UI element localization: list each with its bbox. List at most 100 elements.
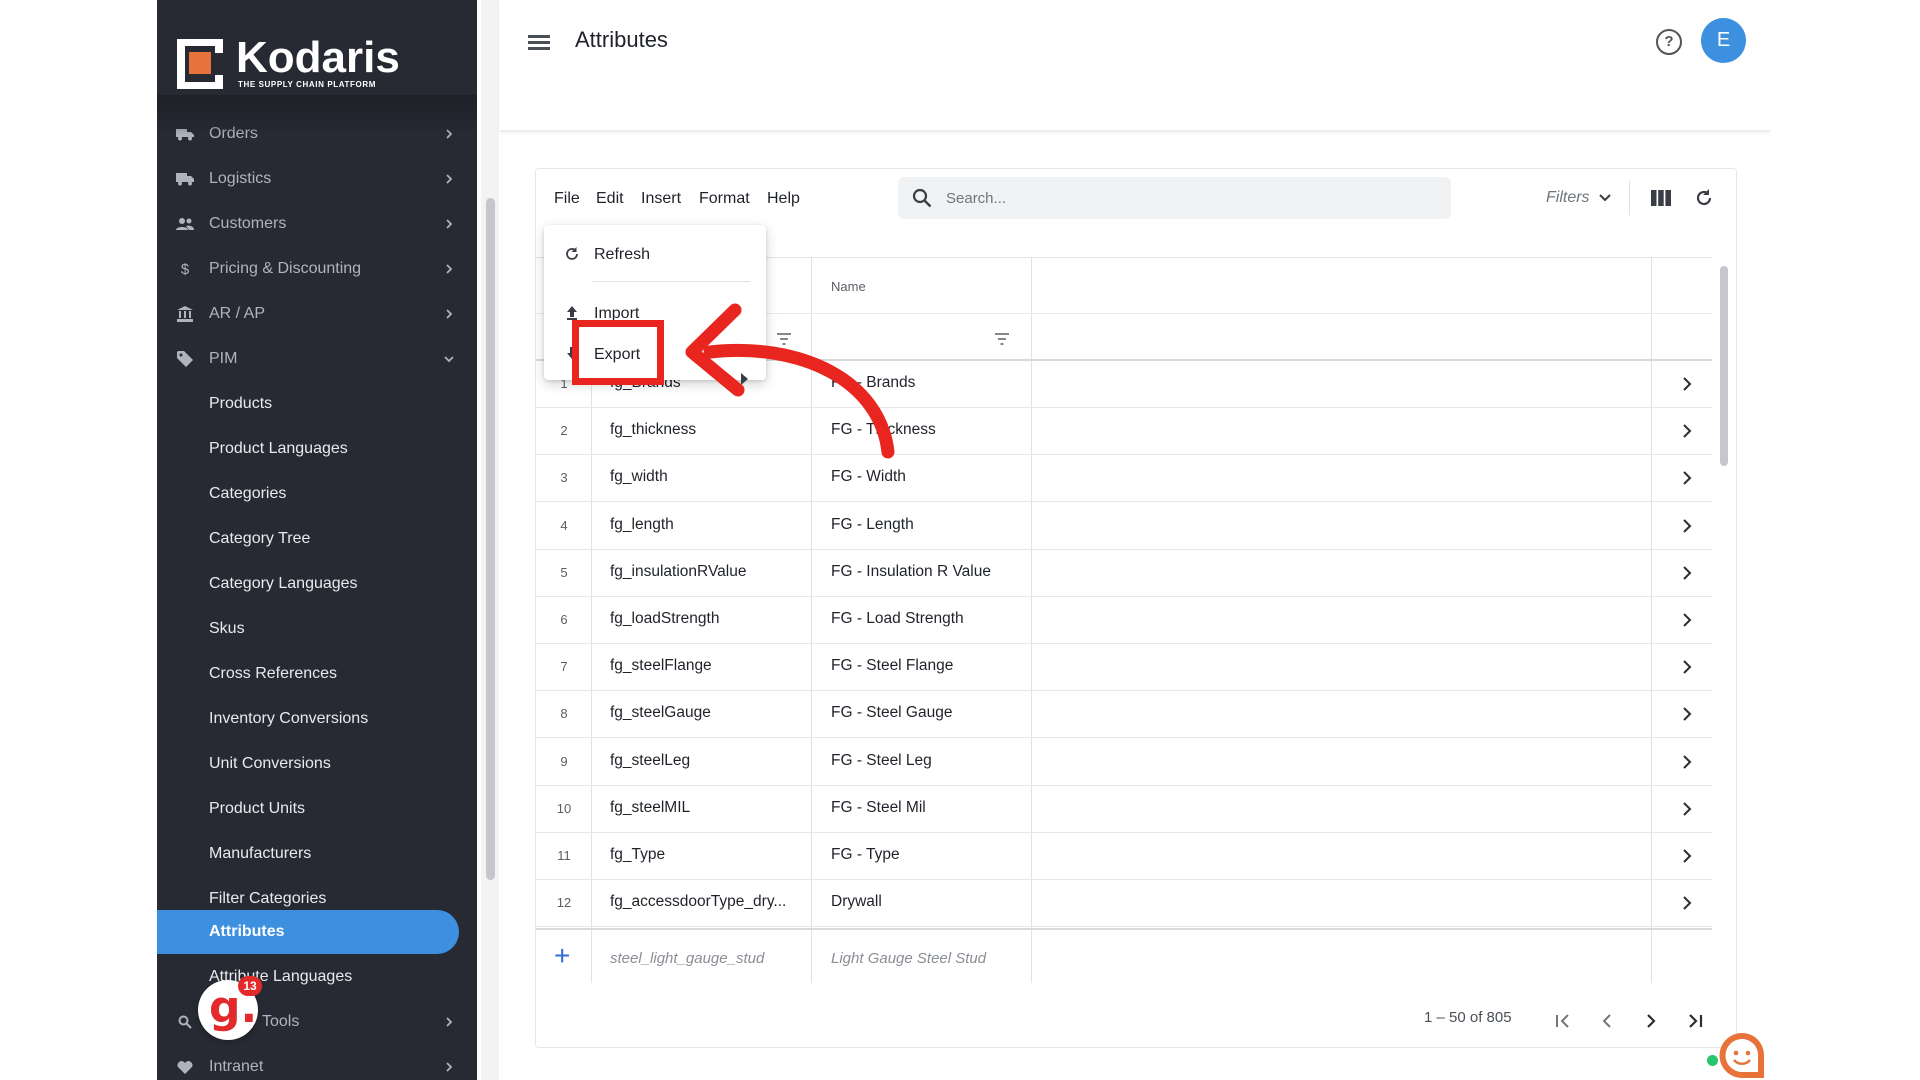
sidebar-item-product-units[interactable]: Product Units xyxy=(157,787,477,831)
table-row[interactable]: 10 fg_steelMIL FG - Steel Mil xyxy=(536,786,1712,833)
attribute-name-cell[interactable]: FG - Length xyxy=(831,516,914,534)
sidebar-item-label: Intranet xyxy=(209,1058,264,1075)
table-row[interactable]: 5 fg_insulationRValue FG - Insulation R Va… xyxy=(536,550,1712,597)
table-row[interactable]: 12 fg_accessdoorType_dry... Drywall xyxy=(536,880,1712,928)
add-row-icon[interactable]: + xyxy=(554,942,570,970)
sidebar-item-category-tree[interactable]: Category Tree xyxy=(157,517,477,561)
attribute-name-cell[interactable]: Drywall xyxy=(831,893,882,911)
attribute-name-cell[interactable]: FG - Steel Leg xyxy=(831,752,932,770)
chevron-right-icon[interactable] xyxy=(1679,612,1695,628)
sidebar-item-intranet[interactable]: Intranet xyxy=(157,1045,477,1080)
sidebar-item-category-languages[interactable]: Category Languages xyxy=(157,562,477,606)
new-row-name-placeholder[interactable]: Light Gauge Steel Stud xyxy=(831,950,986,967)
dollar-icon: $ xyxy=(180,260,190,278)
chevron-right-icon[interactable] xyxy=(1679,895,1695,911)
menu-insert[interactable]: Insert xyxy=(641,190,681,208)
sidebar-item-pricing[interactable]: $ Pricing & Discounting xyxy=(157,247,477,291)
logo[interactable]: Kodaris THE SUPPLY CHAIN PLATFORM xyxy=(177,36,400,89)
chevron-right-icon[interactable] xyxy=(1679,518,1695,534)
kodaris-logo-icon xyxy=(177,38,227,89)
menu-item-refresh[interactable]: Refresh xyxy=(544,233,766,277)
chevron-right-icon[interactable] xyxy=(1679,565,1695,581)
chevron-down-icon[interactable] xyxy=(1598,191,1612,205)
sidebar-item-label: Products xyxy=(209,395,273,412)
sidebar-item-label: Tools xyxy=(262,1013,300,1030)
sidebar-item-label: AR / AP xyxy=(209,305,266,322)
sidebar-item-manufacturers[interactable]: Manufacturers xyxy=(157,832,477,876)
last-page-icon[interactable] xyxy=(1685,1011,1705,1031)
sidebar-item-products[interactable]: Products xyxy=(157,382,477,426)
attribute-code-cell[interactable]: fg_steelGauge xyxy=(610,704,711,722)
sidebar-item-logistics[interactable]: Logistics xyxy=(157,157,477,201)
menu-help[interactable]: Help xyxy=(767,190,800,208)
attribute-name-cell[interactable]: FG - Load Strength xyxy=(831,610,964,628)
sidebar-item-ar-ap[interactable]: AR / AP xyxy=(157,292,477,336)
menu-file[interactable]: File xyxy=(554,190,580,208)
table-row[interactable]: 8 fg_steelGauge FG - Steel Gauge xyxy=(536,691,1712,739)
attribute-name-cell[interactable]: FG - Steel Flange xyxy=(831,657,953,675)
table-row[interactable]: 3 fg_width FG - Width xyxy=(536,455,1712,503)
attribute-name-cell[interactable]: FG - Width xyxy=(831,468,906,486)
sidebar-item-categories[interactable]: Categories xyxy=(157,472,477,516)
column-filter-icon[interactable] xyxy=(994,333,1010,345)
attribute-code-cell[interactable]: fg_loadStrength xyxy=(610,610,719,628)
next-page-icon[interactable] xyxy=(1641,1011,1661,1031)
attribute-code-cell[interactable]: fg_steelFlange xyxy=(610,657,712,675)
attribute-code-cell[interactable]: fg_steelLeg xyxy=(610,752,690,770)
notification-badge: 13 xyxy=(238,976,262,996)
notification-bubble[interactable]: g. 13 xyxy=(198,976,262,1040)
sidebar-item-label: Customers xyxy=(209,215,287,232)
table-row[interactable]: 4 fg_length FG - Length xyxy=(536,503,1712,550)
attribute-name-cell[interactable]: FG - Steel Mil xyxy=(831,799,926,817)
sidebar-item-attributes[interactable]: Attributes xyxy=(157,910,459,954)
attribute-name-cell[interactable]: FG - Insulation R Value xyxy=(831,563,991,581)
attribute-name-cell[interactable]: FG - Type xyxy=(831,846,900,864)
chevron-right-icon[interactable] xyxy=(1679,470,1695,486)
attribute-name-cell[interactable]: FG - Steel Gauge xyxy=(831,704,952,722)
sidebar-scrollbar[interactable] xyxy=(486,198,495,880)
menu-edit[interactable]: Edit xyxy=(596,190,624,208)
sidebar-header-shade xyxy=(157,95,477,135)
sidebar-item-cross-references[interactable]: Cross References xyxy=(157,652,477,696)
new-row-code-placeholder[interactable]: steel_light_gauge_stud xyxy=(610,950,764,967)
attribute-code-cell[interactable]: fg_steelMIL xyxy=(610,799,690,817)
sidebar-item-skus[interactable]: Skus xyxy=(157,607,477,651)
columns-icon[interactable] xyxy=(1651,190,1671,206)
chevron-right-icon[interactable] xyxy=(1679,754,1695,770)
row-number: 10 xyxy=(556,800,572,816)
attribute-code-cell[interactable]: fg_accessdoorType_dry... xyxy=(610,893,786,911)
sidebar-item-label: Logistics xyxy=(209,170,272,187)
sidebar-item-inventory-conversions[interactable]: Inventory Conversions xyxy=(157,697,477,741)
table-row[interactable]: 7 fg_steelFlange FG - Steel Flange xyxy=(536,644,1712,692)
chevron-right-icon[interactable] xyxy=(1679,848,1695,864)
table-row[interactable]: 9 fg_steelLeg FG - Steel Leg xyxy=(536,739,1712,786)
menu-format[interactable]: Format xyxy=(699,190,750,208)
sidebar-item-unit-conversions[interactable]: Unit Conversions xyxy=(157,742,477,786)
grid-scrollbar[interactable] xyxy=(1720,266,1728,466)
sidebar-item-pim[interactable]: PIM xyxy=(157,337,477,381)
attribute-code-cell[interactable]: fg_insulationRValue xyxy=(610,563,746,581)
chat-widget-icon[interactable] xyxy=(1714,1029,1770,1080)
page-title: Attributes xyxy=(575,27,668,52)
sidebar-item-customers[interactable]: Customers xyxy=(157,202,477,246)
attribute-code-cell[interactable]: fg_Type xyxy=(610,846,665,864)
table-row[interactable]: 6 fg_loadStrength FG - Load Strength xyxy=(536,597,1712,644)
attribute-code-cell[interactable]: fg_length xyxy=(610,516,674,534)
previous-page-icon[interactable] xyxy=(1597,1011,1617,1031)
table-row[interactable]: 11 fg_Type FG - Type xyxy=(536,833,1712,880)
avatar[interactable]: E xyxy=(1701,18,1746,63)
chevron-right-icon[interactable] xyxy=(1679,801,1695,817)
search-icon xyxy=(912,188,932,208)
chevron-right-icon[interactable] xyxy=(1679,423,1695,439)
search-input[interactable] xyxy=(946,177,1436,219)
chevron-right-icon[interactable] xyxy=(1679,659,1695,675)
chevron-right-icon[interactable] xyxy=(1679,706,1695,722)
first-page-icon[interactable] xyxy=(1553,1011,1573,1031)
filters-button[interactable]: Filters xyxy=(1546,189,1590,207)
hamburger-menu-icon[interactable] xyxy=(526,29,552,55)
attribute-code-cell[interactable]: fg_width xyxy=(610,468,668,486)
sidebar-item-product-languages[interactable]: Product Languages xyxy=(157,427,477,471)
help-icon[interactable]: ? xyxy=(1656,29,1682,55)
refresh-icon[interactable] xyxy=(1694,188,1714,208)
chevron-right-icon[interactable] xyxy=(1679,376,1695,392)
